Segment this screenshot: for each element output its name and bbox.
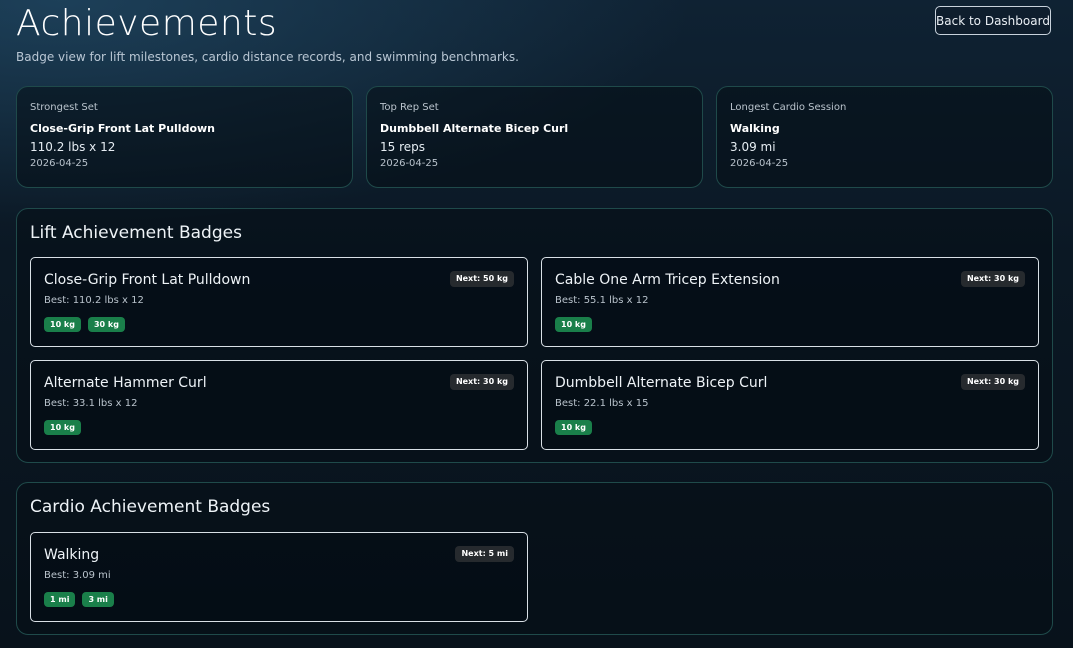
badge-card: Close-Grip Front Lat Pulldown Best: 110.… <box>30 257 528 347</box>
badge-card-title: Dumbbell Alternate Bicep Curl <box>555 375 768 391</box>
strongest-set-card: Strongest Set Close-Grip Front Lat Pulld… <box>16 86 353 188</box>
stat-label: Top Rep Set <box>380 102 439 113</box>
earned-badges: 10 kg <box>555 317 592 332</box>
page-subtitle: Badge view for lift milestones, cardio d… <box>16 50 519 64</box>
stat-exercise-name: Dumbbell Alternate Bicep Curl <box>380 122 569 135</box>
stat-label: Strongest Set <box>30 102 98 113</box>
stat-label: Longest Cardio Session <box>730 102 847 113</box>
earned-badges: 10 kg 30 kg <box>44 317 125 332</box>
cardio-badges-section: Cardio Achievement Badges Walking Best: … <box>16 482 1053 635</box>
earned-badges: 10 kg <box>44 420 81 435</box>
badge-card: Dumbbell Alternate Bicep Curl Best: 22.1… <box>541 360 1039 450</box>
stat-exercise-name: Close-Grip Front Lat Pulldown <box>30 122 215 135</box>
section-title: Lift Achievement Badges <box>30 223 242 243</box>
badge-card-best: Best: 22.1 lbs x 15 <box>555 398 649 409</box>
stat-date: 2026-04-25 <box>380 158 439 169</box>
stat-date: 2026-04-25 <box>730 158 789 169</box>
earned-badge: 1 mi <box>44 592 76 607</box>
next-milestone-badge: Next: 50 kg <box>449 271 514 287</box>
badge-card-best: Best: 55.1 lbs x 12 <box>555 295 649 306</box>
next-milestone-badge: Next: 30 kg <box>960 271 1025 287</box>
earned-badges: 1 mi 3 mi <box>44 592 114 607</box>
stat-value: 3.09 mi <box>730 140 776 154</box>
badge-card-title: Cable One Arm Tricep Extension <box>555 272 780 288</box>
earned-badge: 10 kg <box>555 420 592 435</box>
badge-card: Alternate Hammer Curl Best: 33.1 lbs x 1… <box>30 360 528 450</box>
earned-badge: 3 mi <box>82 592 114 607</box>
next-milestone-badge: Next: 30 kg <box>960 374 1025 390</box>
badge-card-best: Best: 3.09 mi <box>44 570 111 581</box>
badge-card-title: Walking <box>44 547 100 563</box>
section-title: Cardio Achievement Badges <box>30 497 271 517</box>
badge-card-title: Close-Grip Front Lat Pulldown <box>44 272 251 288</box>
earned-badge: 10 kg <box>555 317 592 332</box>
badge-card-title: Alternate Hammer Curl <box>44 375 207 391</box>
earned-badge: 30 kg <box>87 317 125 332</box>
badge-card: Walking Best: 3.09 mi Next: 5 mi 1 mi 3 … <box>30 532 528 622</box>
lift-badges-section: Lift Achievement Badges Close-Grip Front… <box>16 208 1053 463</box>
stat-exercise-name: Walking <box>730 122 780 135</box>
next-milestone-badge: Next: 30 kg <box>449 374 514 390</box>
back-to-dashboard-button[interactable]: Back to Dashboard <box>935 6 1051 35</box>
stat-value: 110.2 lbs x 12 <box>30 140 116 154</box>
earned-badge: 10 kg <box>44 317 81 332</box>
stat-value: 15 reps <box>380 140 426 154</box>
stat-date: 2026-04-25 <box>30 158 89 169</box>
longest-cardio-card: Longest Cardio Session Walking 3.09 mi 2… <box>716 86 1053 188</box>
earned-badge: 10 kg <box>44 420 81 435</box>
badge-card-best: Best: 110.2 lbs x 12 <box>44 295 144 306</box>
top-rep-set-card: Top Rep Set Dumbbell Alternate Bicep Cur… <box>366 86 703 188</box>
badge-card-best: Best: 33.1 lbs x 12 <box>44 398 138 409</box>
badge-card: Cable One Arm Tricep Extension Best: 55.… <box>541 257 1039 347</box>
earned-badges: 10 kg <box>555 420 592 435</box>
next-milestone-badge: Next: 5 mi <box>455 546 514 562</box>
page-title: Achievements <box>16 3 278 44</box>
